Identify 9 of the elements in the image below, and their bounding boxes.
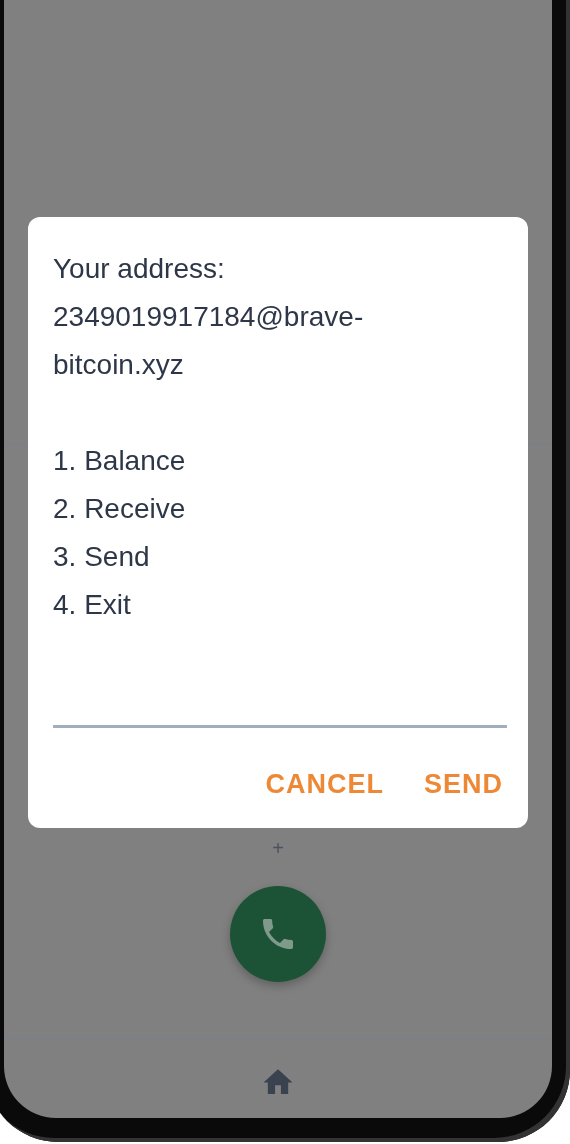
menu-option: 2. Receive <box>53 485 503 533</box>
menu-option: 1. Balance <box>53 437 503 485</box>
address-text: 2349019917184@brave-bitcoin.xyz <box>53 300 365 382</box>
address-label: Your address: <box>53 252 226 286</box>
keypad-key[interactable]: + <box>272 836 284 860</box>
send-button[interactable]: SEND <box>424 764 503 804</box>
menu-option: 3. Send <box>53 533 503 581</box>
menu-option: 4. Exit <box>53 581 503 629</box>
cancel-button[interactable]: CANCEL <box>265 764 384 804</box>
